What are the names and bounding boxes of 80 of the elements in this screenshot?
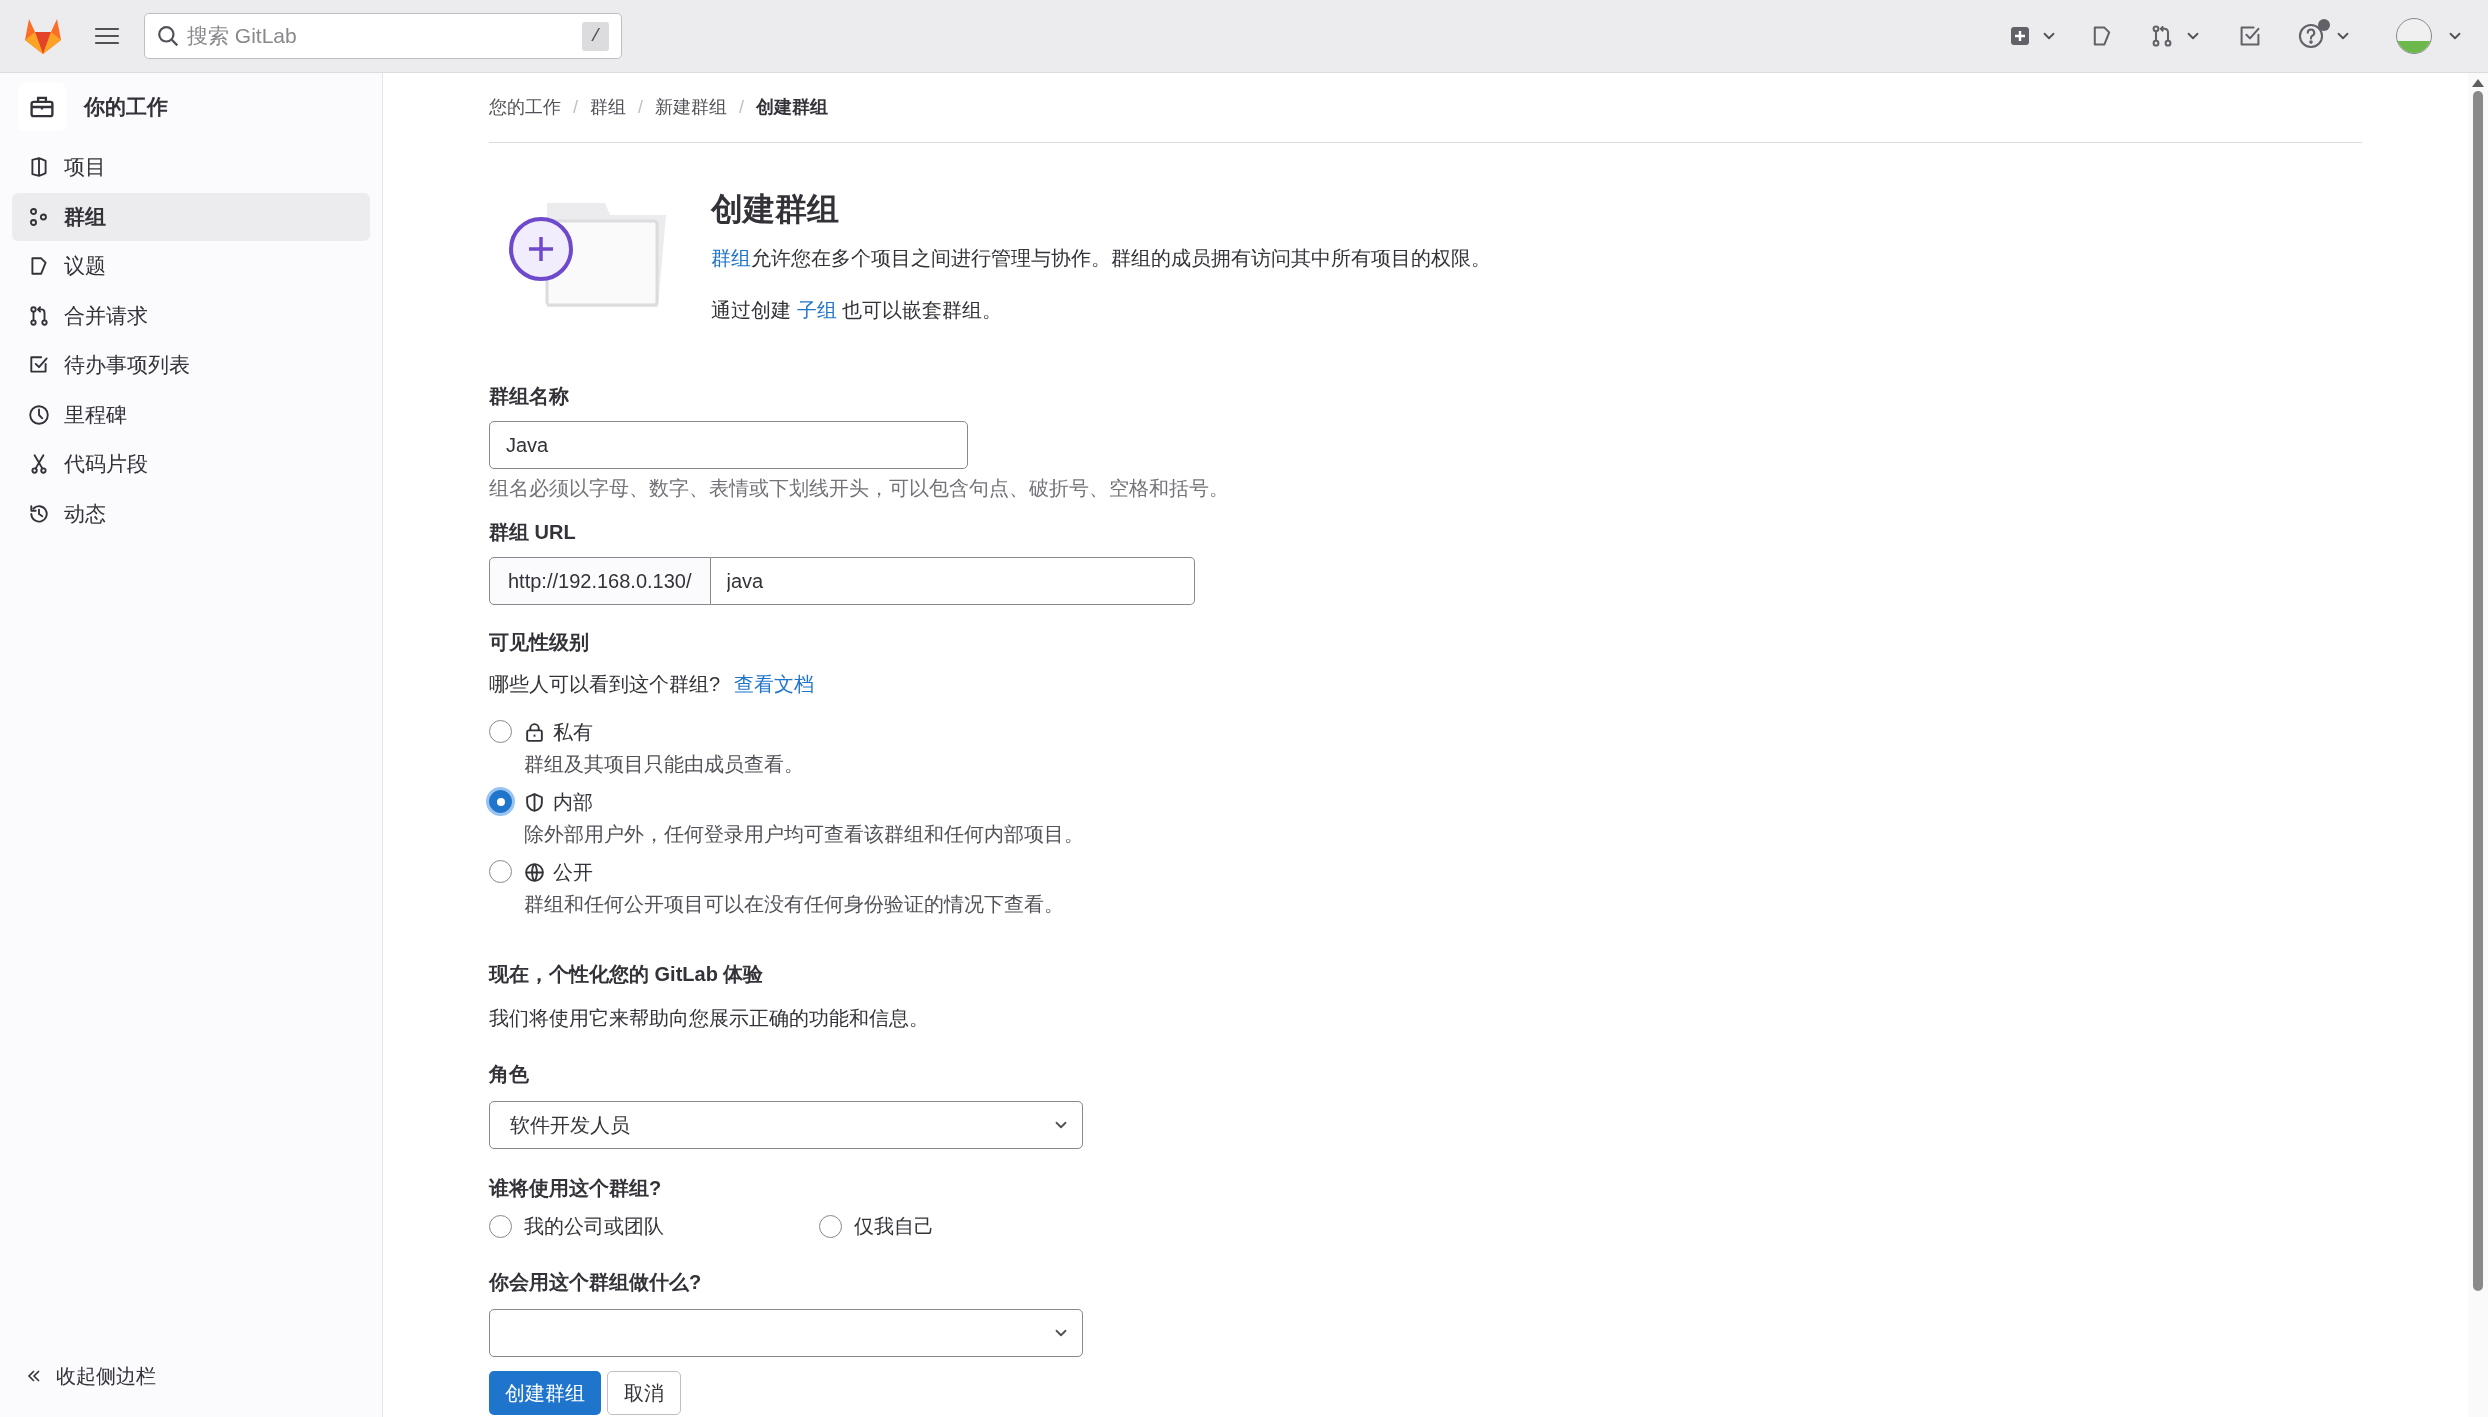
globe-icon: [524, 861, 545, 883]
clock-icon: [28, 403, 50, 426]
scissors-icon: [28, 453, 50, 475]
shortcut-key: /: [582, 21, 609, 51]
double-chevron-left-icon: [26, 1368, 42, 1384]
merge-request-icon: [28, 304, 50, 327]
radio-label: 私有: [553, 720, 593, 745]
group-icon: [28, 205, 50, 228]
lock-icon: [524, 721, 545, 743]
url-prefix: http://192.168.0.130/: [489, 557, 711, 605]
sidebar-item[interactable]: 合并请求: [12, 291, 370, 340]
breadcrumb-link[interactable]: 新建群组: [655, 94, 728, 121]
hint-text: 组名必须以字母、数字、表情或下划线开头，可以包含句点、破折号、空格和括号。: [489, 476, 1230, 501]
fox-logo-icon[interactable]: [23, 17, 63, 55]
sidebar-item[interactable]: 议题: [12, 242, 370, 290]
role-select[interactable]: 软件开发人员: [489, 1101, 1083, 1149]
sidebar-item[interactable]: 项目: [12, 143, 370, 191]
todo-icon: [28, 354, 50, 376]
field-label: 谁将使用这个群组?: [489, 1176, 663, 1201]
sidebar-title: 你的工作: [84, 94, 168, 121]
section-heading: 可见性级别: [489, 630, 590, 655]
radio-button[interactable]: [489, 860, 512, 883]
shield-icon: [524, 791, 545, 813]
section-heading: 现在，个性化您的 GitLab 体验: [489, 962, 765, 987]
breadcrumb-link[interactable]: 您的工作: [489, 94, 561, 121]
history-icon: [28, 502, 50, 525]
group-name-field[interactable]: Java: [489, 421, 968, 469]
sidebar-item[interactable]: 代码片段: [12, 440, 370, 488]
sidebar-item[interactable]: 待办事项列表: [12, 341, 370, 389]
merge-request-icon: [2150, 24, 2174, 48]
radio-button[interactable]: [489, 1214, 512, 1238]
option-description: 除外部用户外，任何登录用户均可查看该群组和任何内部项目。: [524, 822, 1084, 847]
field-label: 角色: [489, 1062, 530, 1087]
page-title: 创建群组: [711, 190, 840, 229]
option-description: 群组和任何公开项目可以在没有任何身份验证的情况下查看。: [524, 892, 1064, 917]
radio-button[interactable]: [489, 790, 512, 813]
breadcrumb-link[interactable]: 群组: [590, 94, 626, 121]
field-label: 群组 URL: [489, 520, 577, 545]
help-icon: [2298, 23, 2324, 49]
radio-button[interactable]: [819, 1214, 842, 1238]
menu-icon[interactable]: [94, 26, 120, 46]
breadcrumb-separator: /: [638, 96, 644, 119]
breadcrumb-separator: /: [739, 96, 745, 119]
intro-text: 群组允许您在多个项目之间进行管理与协作。群组的成员拥有访问其中所有项目的权限。: [711, 246, 1491, 271]
scrollbar[interactable]: [2468, 73, 2488, 1417]
breadcrumb-separator: /: [573, 96, 578, 119]
create-group-button[interactable]: 创建群组: [489, 1371, 601, 1415]
issue-icon: [28, 255, 50, 277]
sidebar-item[interactable]: 里程碑: [12, 390, 370, 439]
purpose-select[interactable]: [489, 1309, 1083, 1357]
nesting-text: 通过创建 子组 也可以嵌套群组。: [711, 298, 1004, 323]
plus-square-icon: [2010, 26, 2030, 46]
sidebar-item[interactable]: 动态: [12, 489, 370, 538]
todo-icon[interactable]: [2238, 24, 2262, 48]
field-label: 群组名称: [489, 384, 570, 409]
radio-label: 公开: [553, 860, 593, 885]
docs-link[interactable]: 查看文档: [734, 673, 815, 695]
radio-label: 仅我自己: [854, 1214, 934, 1239]
groups-link[interactable]: 群组: [711, 247, 751, 269]
radio-label: 我的公司或团队: [524, 1214, 664, 1239]
radio-button[interactable]: [489, 720, 512, 743]
scrollbar-thumb[interactable]: [2473, 91, 2483, 1291]
briefcase-icon: [18, 83, 66, 131]
sidebar-item[interactable]: 群组: [12, 192, 370, 241]
avatar: [2396, 18, 2432, 54]
field-label: 你会用这个群组做什么?: [489, 1270, 703, 1295]
section-description: 我们将使用它来帮助向您展示正确的功能和信息。: [489, 1006, 930, 1031]
cancel-button[interactable]: 取消: [607, 1371, 681, 1415]
search-field[interactable]: 搜索 GitLab /: [144, 13, 622, 59]
visibility-question: 哪些人可以看到这个群组? 查看文档: [489, 672, 816, 697]
option-description: 群组及其项目只能由成员查看。: [524, 752, 804, 777]
group-url-field[interactable]: java: [710, 557, 1195, 605]
radio-label: 内部: [553, 790, 593, 815]
project-icon: [28, 156, 50, 178]
scroll-up-icon[interactable]: [2472, 79, 2484, 87]
breadcrumb-link[interactable]: 创建群组: [756, 94, 829, 121]
collapse-sidebar-button[interactable]: 收起侧边栏: [12, 1355, 370, 1397]
search-input[interactable]: 搜索 GitLab: [187, 20, 575, 52]
subgroup-link[interactable]: 子组: [796, 299, 837, 321]
search-icon: [157, 25, 179, 47]
